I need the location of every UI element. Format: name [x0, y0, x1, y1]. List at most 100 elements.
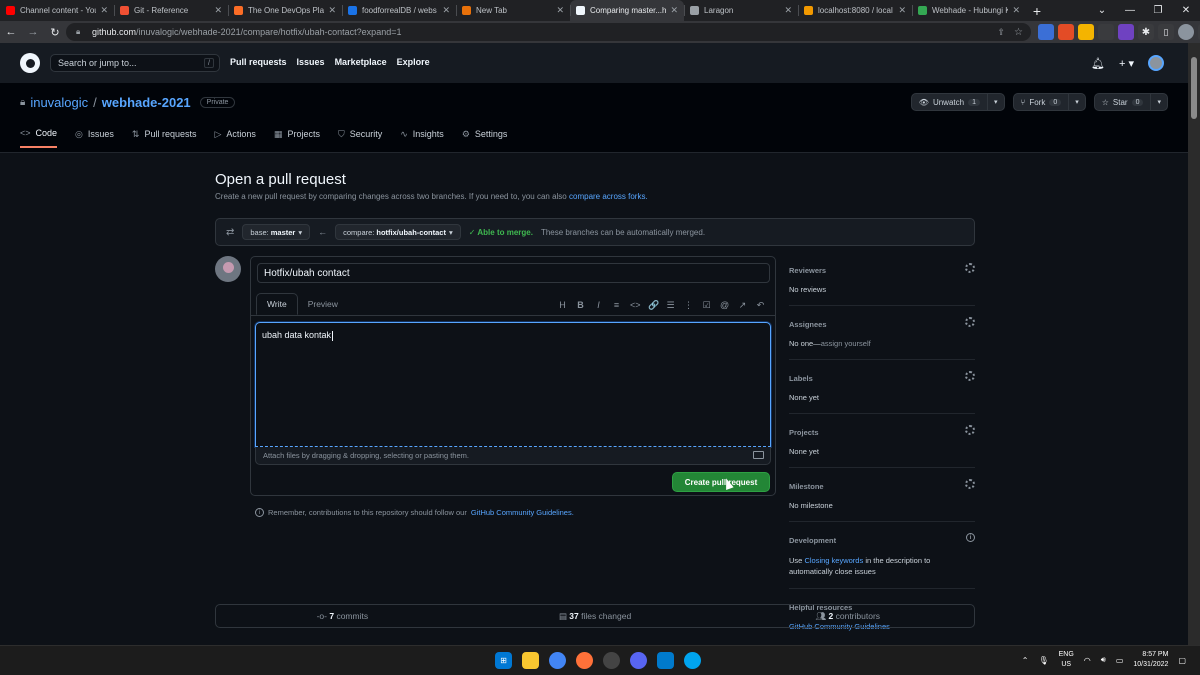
- language-indicator[interactable]: ENG US: [1059, 650, 1074, 670]
- repo-owner-link[interactable]: inuvalogic: [30, 95, 88, 110]
- markdown-tool-icon[interactable]: ⋮: [684, 300, 693, 311]
- pr-body-textarea[interactable]: ubah data kontak: [255, 322, 771, 447]
- extension-icon[interactable]: [1078, 24, 1094, 40]
- tab-search-icon[interactable]: ⌄: [1088, 0, 1116, 21]
- battery-icon[interactable]: ▭: [1116, 656, 1124, 665]
- reload-icon[interactable]: ↻: [44, 21, 66, 43]
- close-window-icon[interactable]: ✕: [1172, 0, 1200, 21]
- repo-tab[interactable]: ⛉ Security: [338, 128, 382, 148]
- extension-icon[interactable]: [1098, 24, 1114, 40]
- maximize-icon[interactable]: ❐: [1144, 0, 1172, 21]
- browser-tab[interactable]: foodforrealDB / webs ✕: [342, 0, 456, 21]
- compare-branch-select[interactable]: compare: hotfix/ubah-contact ▾: [335, 224, 461, 240]
- bell-icon[interactable]: 🔔︎: [1091, 57, 1105, 70]
- file-explorer-icon[interactable]: [522, 652, 539, 669]
- base-branch-select[interactable]: base: master ▾: [242, 224, 311, 240]
- app-icon[interactable]: [684, 652, 701, 669]
- search-input[interactable]: Search or jump to... /: [50, 54, 220, 72]
- page-scrollbar[interactable]: [1188, 43, 1200, 645]
- plus-dropdown-icon[interactable]: + ▾: [1119, 57, 1134, 70]
- create-pull-request-button[interactable]: Create pull request: [672, 472, 770, 492]
- global-nav-item[interactable]: Issues: [297, 57, 325, 67]
- global-nav-item[interactable]: Explore: [397, 57, 430, 67]
- browser-tab[interactable]: The One DevOps Platf ✕: [228, 0, 342, 21]
- close-tab-icon[interactable]: ✕: [784, 5, 792, 16]
- contributors-stat[interactable]: 👥︎ 2 contributors: [721, 611, 974, 622]
- markdown-tool-icon[interactable]: 🔗: [648, 300, 659, 311]
- markdown-tool-icon[interactable]: B: [576, 300, 585, 311]
- community-guidelines-link[interactable]: GitHub Community Guidelines.: [471, 508, 574, 517]
- assign-yourself-link[interactable]: assign yourself: [821, 339, 871, 348]
- markdown-tool-icon[interactable]: <>: [630, 300, 641, 311]
- watch-button[interactable]: 👁︎ Unwatch 1 ▾: [910, 93, 1005, 111]
- info-icon[interactable]: i: [966, 533, 975, 542]
- markdown-tool-icon[interactable]: ↶: [756, 300, 765, 311]
- repo-name-link[interactable]: webhade-2021: [102, 95, 191, 110]
- chevron-down-icon[interactable]: ▾: [986, 94, 1004, 110]
- markdown-tool-icon[interactable]: I: [594, 300, 603, 311]
- new-tab-button[interactable]: +: [1026, 0, 1048, 21]
- vscode-icon[interactable]: [657, 652, 674, 669]
- close-tab-icon[interactable]: ✕: [670, 5, 678, 16]
- address-bar[interactable]: 🔒︎ github.com/inuvalogic/webhade-2021/co…: [66, 23, 1031, 41]
- back-arrow-icon[interactable]: ←: [0, 21, 22, 43]
- firefox-icon[interactable]: [576, 652, 593, 669]
- markdown-tool-icon[interactable]: ≡: [612, 300, 621, 311]
- repo-tab[interactable]: ⇅ Pull requests: [132, 128, 197, 148]
- bookmark-star-icon[interactable]: ☆: [1014, 27, 1023, 38]
- markdown-tool-icon[interactable]: ☰: [666, 300, 675, 311]
- markdown-tool-icon[interactable]: @: [720, 300, 729, 311]
- pr-title-input[interactable]: Hotfix/ubah contact: [257, 263, 770, 283]
- forward-arrow-icon[interactable]: →: [22, 21, 44, 43]
- notifications-icon[interactable]: ▢: [1178, 656, 1186, 665]
- chrome-icon[interactable]: [549, 652, 566, 669]
- chevron-up-icon[interactable]: ⌃: [1022, 656, 1029, 665]
- discord-icon[interactable]: [630, 652, 647, 669]
- github-logo-icon[interactable]: [20, 53, 40, 73]
- scrollbar-thumb[interactable]: [1191, 57, 1197, 119]
- global-nav-item[interactable]: Marketplace: [335, 57, 387, 67]
- browser-tab[interactable]: Git - Reference ✕: [114, 0, 228, 21]
- closing-keywords-link[interactable]: Closing keywords: [804, 556, 863, 565]
- sidepanel-icon[interactable]: ▯: [1158, 24, 1174, 40]
- markdown-tool-icon[interactable]: ↗: [738, 300, 747, 311]
- gear-icon[interactable]: [965, 425, 975, 435]
- puzzle-icon[interactable]: ✱: [1138, 24, 1154, 40]
- gear-icon[interactable]: [965, 263, 975, 273]
- windows-start-icon[interactable]: ⊞: [495, 652, 512, 669]
- star-button[interactable]: ☆ Star 0 ▾: [1093, 93, 1168, 111]
- browser-tab[interactable]: Channel content - You ✕: [0, 0, 114, 21]
- repo-tab[interactable]: ∿ Insights: [400, 128, 444, 148]
- close-tab-icon[interactable]: ✕: [1012, 5, 1020, 16]
- gear-icon[interactable]: [965, 317, 975, 327]
- browser-tab[interactable]: Comparing master...h ✕: [570, 0, 684, 21]
- repo-tab[interactable]: ⚙ Settings: [462, 128, 508, 148]
- global-nav-item[interactable]: Pull requests: [230, 57, 287, 67]
- markdown-tool-icon[interactable]: ☑: [702, 300, 711, 311]
- gear-icon[interactable]: [965, 371, 975, 381]
- close-tab-icon[interactable]: ✕: [328, 5, 336, 16]
- minimize-icon[interactable]: —: [1116, 0, 1144, 21]
- compare-forks-link[interactable]: compare across forks.: [569, 192, 648, 201]
- github-desktop-icon[interactable]: [603, 652, 620, 669]
- attach-files-area[interactable]: Attach files by dragging & dropping, sel…: [255, 447, 771, 465]
- browser-tab[interactable]: Webhade - Hubungi K ✕: [912, 0, 1026, 21]
- close-tab-icon[interactable]: ✕: [556, 5, 564, 16]
- markdown-tool-icon[interactable]: H: [558, 300, 567, 311]
- extension-icon[interactable]: [1038, 24, 1054, 40]
- tab-write[interactable]: Write: [256, 293, 298, 315]
- repo-tab[interactable]: ◎ Issues: [75, 128, 114, 148]
- chevron-down-icon[interactable]: ▾: [1068, 94, 1085, 110]
- avatar[interactable]: [1148, 55, 1164, 71]
- extension-icon[interactable]: [1058, 24, 1074, 40]
- wifi-icon[interactable]: ◠: [1084, 656, 1091, 665]
- microphone-icon[interactable]: 🎙︎: [1038, 656, 1048, 665]
- chevron-down-icon[interactable]: ▾: [1150, 94, 1167, 110]
- repo-tab[interactable]: <> Code: [20, 128, 58, 148]
- browser-tab[interactable]: New Tab ✕: [456, 0, 570, 21]
- gear-icon[interactable]: [965, 479, 975, 489]
- close-tab-icon[interactable]: ✕: [898, 5, 906, 16]
- extension-icon[interactable]: [1118, 24, 1134, 40]
- close-tab-icon[interactable]: ✕: [214, 5, 222, 16]
- browser-tab[interactable]: localhost:8080 / local ✕: [798, 0, 912, 21]
